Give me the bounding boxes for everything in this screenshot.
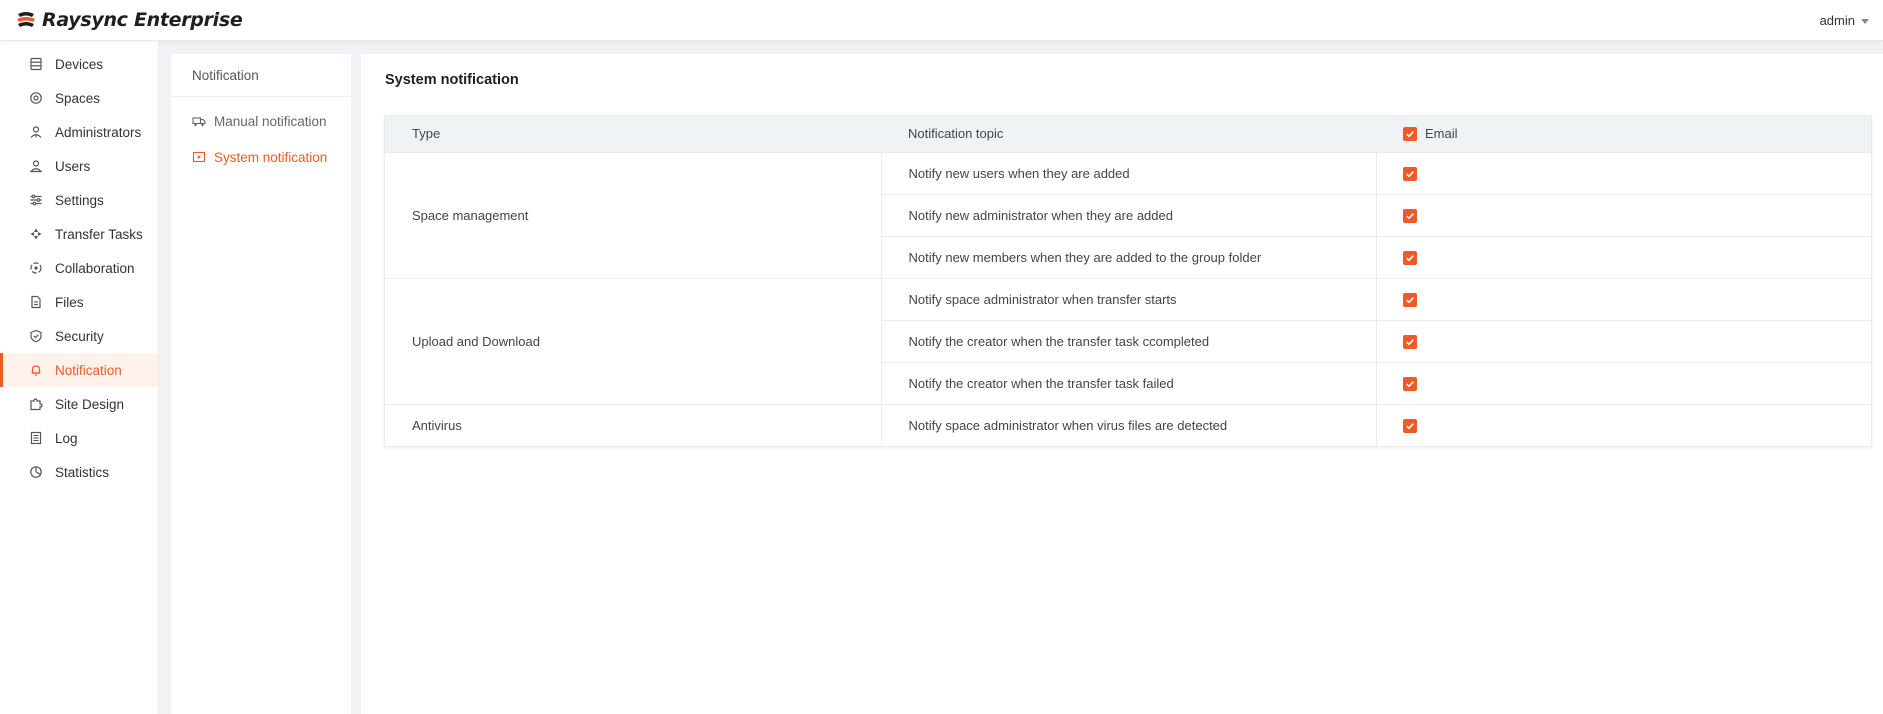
administrators-icon [29,125,43,139]
sidebar-item-label: Collaboration [55,260,135,276]
sidebar-item-label: Spaces [55,90,101,106]
topic-cell: Notify the creator when the transfer tas… [881,362,1377,405]
sidebar-nav: Devices Spaces Administrators Users Sett… [0,41,159,714]
log-icon [29,431,43,445]
email-cell [1376,404,1871,446]
sidebar-item-devices[interactable]: Devices [0,47,158,81]
sidebar-item-spaces[interactable]: Spaces [0,81,158,115]
collaboration-icon [29,261,43,275]
email-checkbox[interactable] [1402,419,1417,434]
group-type-cell: Space management [385,152,882,279]
user-icon [29,159,43,173]
truck-icon [192,114,206,128]
sidebar-item-statistics[interactable]: Statistics [0,455,158,489]
email-checkbox[interactable] [1402,208,1417,223]
brand[interactable]: Raysync Enterprise [14,9,243,31]
email-cell [1376,320,1871,363]
table-row: Antivirus Notify space administrator whe… [385,404,1871,446]
sidebar-item-transfer-tasks[interactable]: Transfer Tasks [0,217,158,251]
sidebar-item-label: Administrators [55,124,142,140]
sidebar-item-site-design[interactable]: Site Design [0,387,158,421]
notification-table: Type Notification topic Email Space mana… [384,115,1872,447]
topic-cell: Notify the creator when the transfer tas… [881,320,1377,363]
sidebar-item-label: Users [55,158,91,174]
subnav-item-system-notification[interactable]: System notification [171,139,351,175]
settings-sliders-icon [29,193,43,207]
email-cell [1376,152,1871,195]
sidebar-item-security[interactable]: Security [0,319,158,353]
bell-icon [29,363,43,377]
sidebar-item-label: Statistics [55,464,110,480]
caret-down-icon [1861,18,1869,24]
sidebar-item-label: Settings [55,192,104,208]
sidebar-item-label: Log [55,430,78,446]
email-checkbox[interactable] [1402,376,1417,391]
top-header: Raysync Enterprise admin [0,0,1883,41]
email-cell [1376,362,1871,405]
subnav-item-label: Manual notification [214,113,327,129]
email-select-all-checkbox[interactable] [1403,126,1417,141]
transfer-icon [29,227,43,241]
group-type-cell: Antivirus [385,404,882,446]
play-box-icon [192,150,206,164]
column-header-type: Type [385,116,881,153]
email-checkbox[interactable] [1402,334,1417,349]
devices-icon [29,57,43,71]
page-title: System notification [385,72,519,88]
topic-cell: Notify space administrator when virus fi… [881,404,1377,446]
sidebar-item-label: Transfer Tasks [55,226,143,242]
brand-name: Raysync Enterprise [42,9,243,31]
user-name: admin [1819,12,1855,28]
sidebar-item-collaboration[interactable]: Collaboration [0,251,158,285]
email-column-label: Email [1425,126,1458,141]
notification-subnav: Notification Manual notification System … [171,54,351,714]
sidebar-item-label: Devices [55,56,104,72]
sidebar-item-label: Files [55,294,84,310]
group-type-cell: Upload and Download [385,278,882,405]
pie-chart-icon [29,465,43,479]
sidebar-item-administrators[interactable]: Administrators [0,115,158,149]
puzzle-icon [29,397,43,411]
column-header-topic: Notification topic [881,116,1376,153]
file-icon [29,295,43,309]
subnav-item-label: System notification [214,149,328,165]
sidebar-item-log[interactable]: Log [0,421,158,455]
subnav-title: Notification [171,54,351,97]
sidebar-item-label: Security [55,328,104,344]
sidebar-item-notification[interactable]: Notification [0,353,158,387]
email-checkbox[interactable] [1402,166,1417,181]
sidebar-item-settings[interactable]: Settings [0,183,158,217]
topic-cell: Notify new administrator when they are a… [881,194,1377,237]
raysync-logo-icon [14,10,38,30]
sidebar-item-users[interactable]: Users [0,149,158,183]
table-header-row: Type Notification topic Email [385,116,1871,153]
email-cell [1376,278,1871,321]
user-menu[interactable]: admin [1820,13,1869,28]
email-checkbox[interactable] [1402,292,1417,307]
email-cell [1376,194,1871,237]
topic-cell: Notify new members when they are added t… [881,236,1377,279]
sidebar-item-label: Notification [55,362,122,378]
subnav-item-manual-notification[interactable]: Manual notification [171,103,351,139]
table-row: Space management Notify new users when t… [385,152,1871,279]
sidebar-item-files[interactable]: Files [0,285,158,319]
topic-cell: Notify space administrator when transfer… [881,278,1377,321]
email-cell [1376,236,1871,279]
email-checkbox[interactable] [1402,250,1417,265]
shield-icon [29,329,43,343]
spaces-icon [29,91,43,105]
main-content: System notification Type Notification to… [361,54,1883,714]
column-header-email: Email [1376,116,1871,153]
table-row: Upload and Download Notify space adminis… [385,278,1871,405]
sidebar-item-label: Site Design [55,396,125,412]
topic-cell: Notify new users when they are added [881,152,1377,195]
